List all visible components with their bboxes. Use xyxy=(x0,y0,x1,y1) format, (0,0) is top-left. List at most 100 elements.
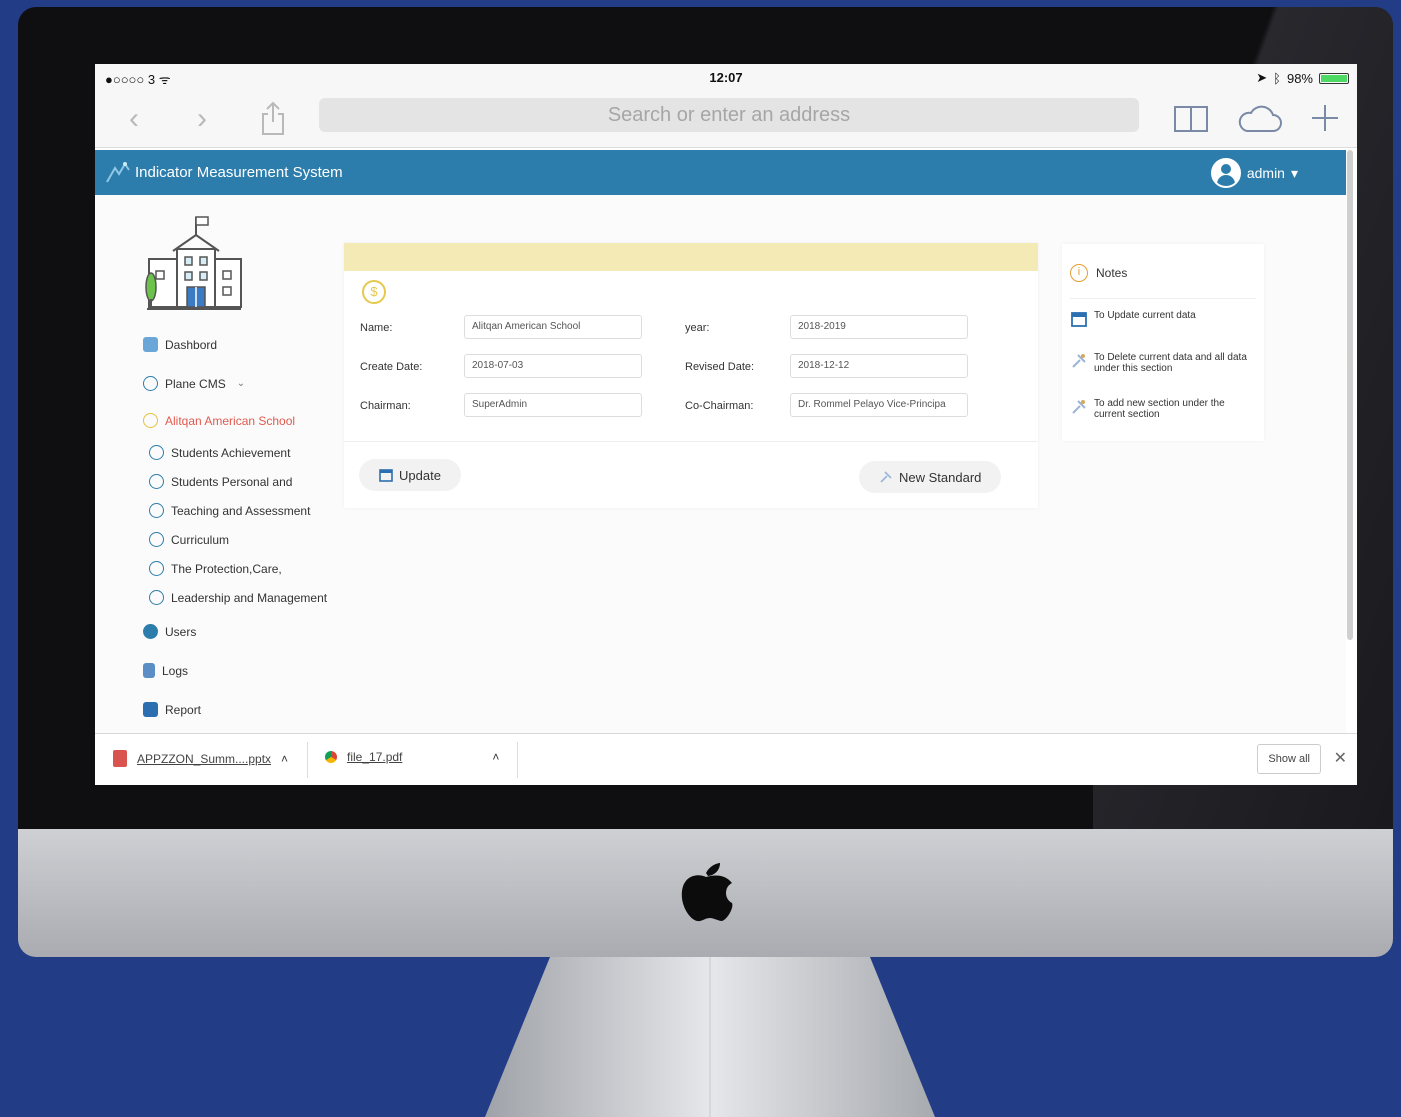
bluetooth-icon: ᛒ xyxy=(1273,70,1281,86)
cochairman-field[interactable]: Dr. Rommel Pelayo Vice-Principa xyxy=(790,393,968,417)
share-icon[interactable] xyxy=(259,100,287,136)
main-content: Dashbord Plane CMS ⌄ Alitqan American Sc… xyxy=(95,195,1346,733)
sidebar-item-school[interactable]: Alitqan American School xyxy=(143,403,343,438)
sidebar-item-label: Students Achievement xyxy=(171,445,291,460)
sidebar-item-label: Plane CMS xyxy=(165,376,226,391)
sidebar-item-label: Logs xyxy=(162,663,189,678)
calendar-edit-icon xyxy=(379,469,393,482)
year-label: year: xyxy=(685,322,710,334)
app-title: Indicator Measurement System xyxy=(135,164,343,181)
forward-icon[interactable]: › xyxy=(197,104,207,134)
section-icon xyxy=(149,532,164,547)
download-item-pptx[interactable]: APPZZON_Summ....pptx ˄ xyxy=(113,750,288,767)
cloud-icon[interactable] xyxy=(1237,104,1283,134)
add-section-icon xyxy=(880,471,892,483)
back-icon[interactable]: ‹ xyxy=(129,104,139,134)
status-bar: ●○○○○ 3 ᯤ 12:07 ➤ ᛒ 98% xyxy=(95,64,1357,92)
sidebar-item-students-achievement[interactable]: Students Achievement xyxy=(143,438,343,467)
create-date-field[interactable]: 2018-07-03 xyxy=(464,354,642,378)
section-icon xyxy=(149,474,164,489)
cms-icon xyxy=(143,376,158,391)
name-label: Name: xyxy=(360,322,393,334)
notes-panel: i Notes To Update current data To Delete… xyxy=(1062,244,1264,441)
section-icon xyxy=(149,503,164,518)
calendar-edit-icon xyxy=(1071,312,1087,327)
coin-icon: $ xyxy=(362,280,386,304)
note-text: To Update current data xyxy=(1094,310,1196,321)
sidebar-item-label: Curriculum xyxy=(171,532,230,547)
vertical-scrollbar[interactable] xyxy=(1347,150,1353,640)
new-standard-button[interactable]: New Standard xyxy=(859,461,1002,493)
update-button[interactable]: Update xyxy=(359,459,461,491)
sidebar-item-label: Teaching and Assessment xyxy=(171,503,311,518)
note-text: To Delete current data and all data unde… xyxy=(1094,352,1247,374)
printer-icon xyxy=(143,702,158,717)
sidebar-item-teaching[interactable]: Teaching and Assessment xyxy=(143,496,343,525)
sidebar-item-students-personal[interactable]: Students Personal and xyxy=(143,467,343,496)
card-header-strip xyxy=(344,243,1038,271)
browser-toolbar: ‹ › Search or enter an address xyxy=(95,92,1357,148)
cochairman-label: Co-Chairman: xyxy=(685,400,754,412)
user-icon xyxy=(143,624,158,639)
sidebar-item-users[interactable]: Users xyxy=(143,612,343,651)
sidebar-item-leadership[interactable]: Leadership and Management xyxy=(143,583,343,612)
notes-divider xyxy=(1070,298,1256,299)
pdf-icon xyxy=(325,751,337,763)
coin-icon xyxy=(143,413,158,428)
delete-icon xyxy=(1072,354,1086,368)
chevron-up-icon[interactable]: ˄ xyxy=(281,752,288,766)
pptx-icon xyxy=(113,750,127,767)
sidebar-item-label: Dashbord xyxy=(165,337,218,352)
sidebar-item-curriculum[interactable]: Curriculum xyxy=(143,525,343,554)
downloads-bar: APPZZON_Summ....pptx ˄ file_17.pdf ˄ Sho… xyxy=(95,733,1357,785)
app-logo-icon xyxy=(106,162,130,183)
close-icon[interactable]: ✕ xyxy=(1334,748,1347,768)
sidebar-item-report[interactable]: Report xyxy=(143,690,343,729)
dashboard-icon xyxy=(143,337,158,352)
name-field[interactable]: Alitqan American School xyxy=(464,315,642,339)
sidebar-item-label: The Protection,Care, xyxy=(171,561,282,576)
new-tab-icon[interactable] xyxy=(1309,102,1341,134)
revised-date-field[interactable]: 2018-12-12 xyxy=(790,354,968,378)
sidebar-item-dashboard[interactable]: Dashbord xyxy=(143,325,343,364)
sidebar-item-label: Report xyxy=(165,702,202,717)
section-icon xyxy=(149,590,164,605)
location-arrow-icon: ➤ xyxy=(1256,70,1268,85)
address-bar[interactable]: Search or enter an address xyxy=(319,98,1139,132)
battery-icon xyxy=(1319,72,1349,84)
note-delete: To Delete current data and all data unde… xyxy=(1070,352,1256,374)
info-icon: i xyxy=(1070,264,1088,282)
bookmarks-icon[interactable] xyxy=(1173,104,1209,134)
update-button-label: Update xyxy=(399,467,441,483)
username: admin xyxy=(1246,165,1285,181)
sidebar-item-plane-cms[interactable]: Plane CMS ⌄ xyxy=(143,364,343,403)
sidebar-item-protection[interactable]: The Protection,Care, xyxy=(143,554,343,583)
section-icon xyxy=(149,561,164,576)
sidebar-item-label: Users xyxy=(165,624,197,639)
card-divider xyxy=(344,441,1038,442)
year-field[interactable]: 2018-2019 xyxy=(790,315,968,339)
clock-time: 12:07 xyxy=(709,70,743,85)
create-date-label: Create Date: xyxy=(360,361,423,373)
chevron-up-icon[interactable]: ˄ xyxy=(492,750,499,764)
sidebar-item-logs[interactable]: Logs xyxy=(143,651,343,690)
note-update: To Update current data xyxy=(1070,310,1256,328)
sidebar-item-label: Students Personal and xyxy=(171,474,293,489)
avatar xyxy=(1210,158,1241,188)
section-icon xyxy=(149,445,164,460)
add-section-icon xyxy=(1072,400,1086,414)
show-all-button[interactable]: Show all xyxy=(1257,744,1321,774)
download-item-pdf[interactable]: file_17.pdf ˄ xyxy=(325,750,499,764)
revised-date-label: Revised Date: xyxy=(685,361,755,373)
chairman-field[interactable]: SuperAdmin xyxy=(464,393,642,417)
caret-down-icon: ▾ xyxy=(1290,164,1298,181)
tablet-screen: ●○○○○ 3 ᯤ 12:07 ➤ ᛒ 98% ‹ › Search or en… xyxy=(95,64,1357,785)
download-divider xyxy=(517,742,518,778)
user-menu[interactable]: admin ▾ xyxy=(1210,158,1298,188)
sidebar-item-label: Leadership and Management xyxy=(171,590,328,605)
notes-header: i Notes xyxy=(1070,264,1127,282)
new-standard-button-label: New Standard xyxy=(899,469,982,485)
chairman-label: Chairman: xyxy=(360,400,411,412)
apple-logo-icon xyxy=(681,863,733,922)
sidebar-item-label: Alitqan American School xyxy=(165,413,296,428)
